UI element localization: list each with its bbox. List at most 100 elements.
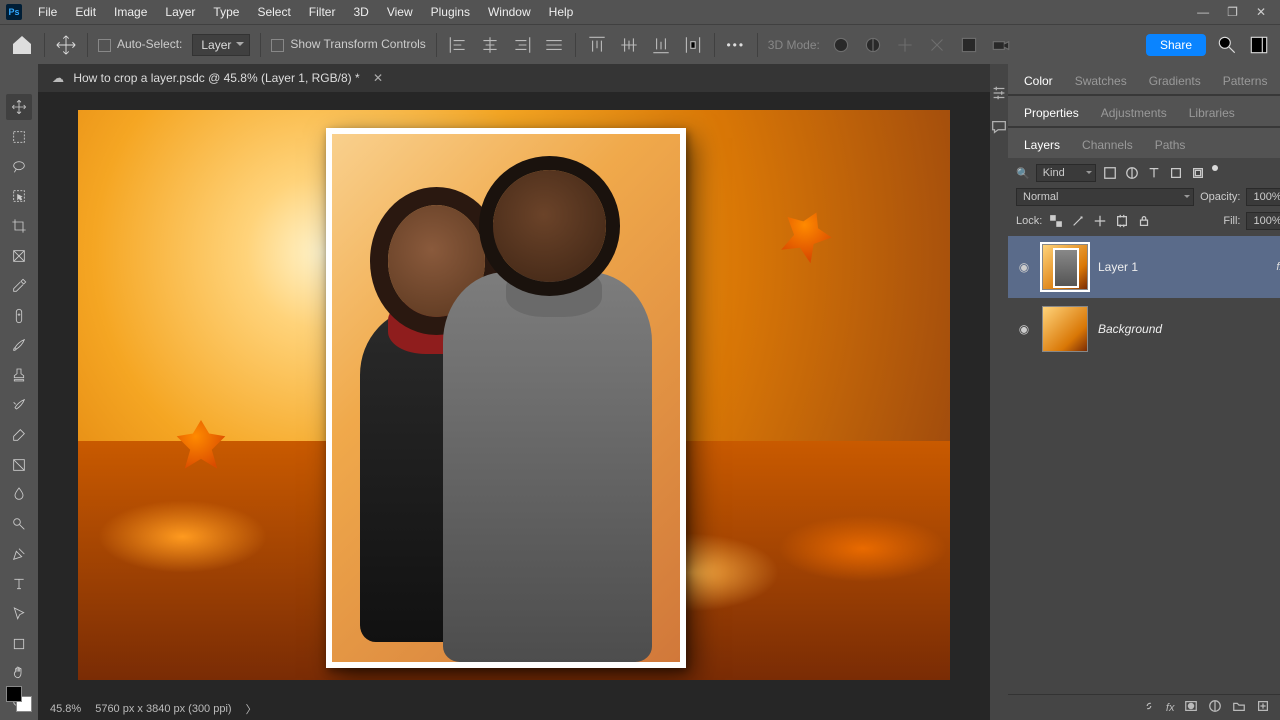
more-options-icon[interactable]: •••: [725, 34, 747, 56]
auto-select-target-dropdown[interactable]: Layer: [192, 34, 250, 56]
new-layer-icon[interactable]: [1256, 699, 1270, 716]
tab-channels[interactable]: Channels: [1072, 132, 1143, 158]
filter-type-icon[interactable]: [1146, 165, 1162, 181]
gradient-tool[interactable]: [6, 452, 32, 478]
color-swatches[interactable]: [6, 686, 32, 712]
workspace-icon[interactable]: [1248, 34, 1270, 56]
menu-help[interactable]: Help: [541, 2, 582, 22]
menu-type[interactable]: Type: [205, 2, 247, 22]
tab-gradients[interactable]: Gradients: [1139, 68, 1211, 94]
menu-window[interactable]: Window: [480, 2, 539, 22]
menu-edit[interactable]: Edit: [67, 2, 104, 22]
menu-select[interactable]: Select: [249, 2, 298, 22]
align-left-icon[interactable]: [447, 34, 469, 56]
align-bottom-icon[interactable]: [650, 34, 672, 56]
hand-tool[interactable]: [6, 660, 32, 686]
blend-mode-dropdown[interactable]: Normal: [1016, 188, 1194, 206]
fx-indicator[interactable]: fx ˅: [1276, 261, 1280, 273]
align-top-icon[interactable]: [586, 34, 608, 56]
path-select-tool[interactable]: [6, 601, 32, 627]
lock-artboard-icon[interactable]: [1114, 213, 1130, 229]
brush-tool[interactable]: [6, 333, 32, 359]
lock-all-icon[interactable]: [1136, 213, 1152, 229]
close-icon[interactable]: ✕: [1256, 5, 1266, 19]
tab-patterns[interactable]: Patterns: [1213, 68, 1278, 94]
visibility-toggle-icon[interactable]: ◉: [1016, 260, 1032, 274]
align-middle-v-icon[interactable]: [618, 34, 640, 56]
layer-thumbnail[interactable]: [1042, 306, 1088, 352]
adjustment-layer-icon[interactable]: [1208, 699, 1222, 716]
eraser-tool[interactable]: [6, 422, 32, 448]
mask-icon[interactable]: [1184, 699, 1198, 716]
zoom-readout[interactable]: 45.8%: [50, 703, 81, 715]
menu-3d[interactable]: 3D: [345, 2, 376, 22]
canvas[interactable]: [78, 110, 950, 680]
lock-position-icon[interactable]: [1092, 213, 1108, 229]
filter-adjust-icon[interactable]: [1124, 165, 1140, 181]
comments-icon[interactable]: [990, 118, 1008, 136]
menu-file[interactable]: File: [30, 2, 65, 22]
group-icon[interactable]: [1232, 699, 1246, 716]
document-tab[interactable]: ☁ How to crop a layer.psdc @ 45.8% (Laye…: [52, 71, 383, 85]
layer-thumbnail[interactable]: [1042, 244, 1088, 290]
share-button[interactable]: Share: [1146, 34, 1206, 56]
dodge-tool[interactable]: [6, 511, 32, 537]
tab-properties[interactable]: Properties: [1014, 100, 1089, 126]
fx-icon[interactable]: fx: [1166, 702, 1175, 714]
menu-plugins[interactable]: Plugins: [423, 2, 478, 22]
lasso-tool[interactable]: [6, 154, 32, 180]
align-right-icon[interactable]: [511, 34, 533, 56]
search-icon[interactable]: [1216, 34, 1238, 56]
filter-toggle-icon[interactable]: [1212, 165, 1218, 171]
layer-name[interactable]: Layer 1: [1098, 260, 1266, 274]
auto-select-check[interactable]: Auto-Select:: [98, 37, 182, 51]
doc-dimensions[interactable]: 5760 px x 3840 px (300 ppi): [95, 703, 231, 715]
lock-transparent-icon[interactable]: [1048, 213, 1064, 229]
healing-tool[interactable]: [6, 303, 32, 329]
object-select-tool[interactable]: [6, 183, 32, 209]
tab-swatches[interactable]: Swatches: [1065, 68, 1137, 94]
type-tool[interactable]: [6, 571, 32, 597]
shape-tool[interactable]: [6, 631, 32, 657]
menu-layer[interactable]: Layer: [157, 2, 203, 22]
tab-layers[interactable]: Layers: [1014, 132, 1070, 158]
menu-filter[interactable]: Filter: [301, 2, 344, 22]
pen-tool[interactable]: [6, 541, 32, 567]
layer-name[interactable]: Background: [1098, 322, 1270, 336]
layer1-frame[interactable]: [326, 128, 686, 668]
crop-tool[interactable]: [6, 213, 32, 239]
maximize-icon[interactable]: ❐: [1227, 5, 1238, 19]
align-center-h-icon[interactable]: [479, 34, 501, 56]
distribute-icon[interactable]: [682, 34, 704, 56]
home-icon[interactable]: [10, 33, 34, 57]
eyedropper-tool[interactable]: [6, 273, 32, 299]
minimize-icon[interactable]: —: [1197, 5, 1209, 19]
menu-view[interactable]: View: [379, 2, 421, 22]
visibility-toggle-icon[interactable]: ◉: [1016, 322, 1032, 336]
lock-pixels-icon[interactable]: [1070, 213, 1086, 229]
adjust-sliders-icon[interactable]: [990, 84, 1008, 102]
menu-image[interactable]: Image: [106, 2, 155, 22]
transform-controls-check[interactable]: Show Transform Controls: [271, 37, 425, 51]
tab-adjustments[interactable]: Adjustments: [1091, 100, 1177, 126]
filter-shape-icon[interactable]: [1168, 165, 1184, 181]
layer-row[interactable]: ◉ Background 🔒: [1008, 298, 1280, 360]
history-brush-tool[interactable]: [6, 392, 32, 418]
move-tool[interactable]: [6, 94, 32, 120]
filter-smart-icon[interactable]: [1190, 165, 1206, 181]
tab-paths[interactable]: Paths: [1145, 132, 1196, 158]
close-tab-icon[interactable]: ✕: [373, 71, 383, 85]
frame-tool[interactable]: [6, 243, 32, 269]
blur-tool[interactable]: [6, 482, 32, 508]
link-layers-icon[interactable]: [1142, 699, 1156, 716]
filter-pixel-icon[interactable]: [1102, 165, 1118, 181]
tab-libraries[interactable]: Libraries: [1179, 100, 1245, 126]
stamp-tool[interactable]: [6, 362, 32, 388]
opacity-field[interactable]: 100%: [1246, 188, 1280, 206]
tab-color[interactable]: Color: [1014, 68, 1063, 94]
layer-filter-dropdown[interactable]: Kind: [1036, 164, 1096, 182]
marquee-tool[interactable]: [6, 124, 32, 150]
layer-row[interactable]: ◉ Layer 1 fx ˅: [1008, 236, 1280, 298]
more-align-icon[interactable]: [543, 34, 565, 56]
fill-field[interactable]: 100%: [1246, 212, 1280, 230]
